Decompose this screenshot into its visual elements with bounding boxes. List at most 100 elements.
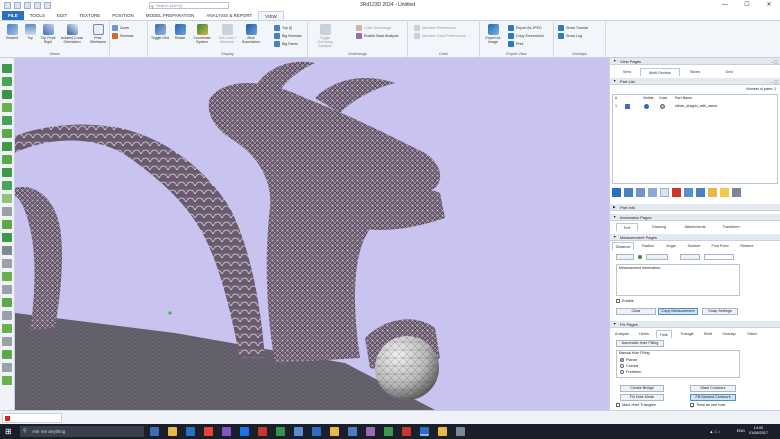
- measure-mode-dropdown[interactable]: [616, 254, 634, 260]
- edge-browser-icon[interactable]: [186, 427, 195, 436]
- chrome-icon[interactable]: [204, 427, 213, 436]
- measure-unit-dropdown[interactable]: [646, 254, 668, 260]
- tab-overlap[interactable]: Overlap: [718, 330, 740, 338]
- brush-tool-icon[interactable]: [2, 77, 12, 86]
- toggle-grid-button[interactable]: Toggle Grid: [150, 24, 170, 40]
- tab-multi-section[interactable]: Multi-Section: [640, 68, 680, 76]
- taskbar-search-input[interactable]: ⚲ Ask me anything: [20, 426, 144, 437]
- tab-texture[interactable]: TEXTURE: [73, 11, 106, 20]
- tab-radius[interactable]: Radius: [638, 242, 658, 250]
- rotate-button[interactable]: Rotate: [170, 24, 190, 40]
- sub-zone-measure-button[interactable]: Sub Zone / Measure: [216, 24, 238, 44]
- copy-measurement-button[interactable]: Copy Measurement: [658, 308, 698, 315]
- part-copy-icon[interactable]: [660, 188, 669, 197]
- file-explorer-icon[interactable]: [168, 427, 177, 436]
- fill-hole-mode-button[interactable]: Fill Hole Mode: [620, 394, 664, 401]
- machine-preferences-button[interactable]: Machine Preferences: [414, 25, 456, 31]
- mark-contours-button[interactable]: Mark Contours: [690, 385, 736, 392]
- tab-edit[interactable]: EDIT: [51, 11, 73, 20]
- tab-attachments[interactable]: Attachments: [678, 223, 712, 231]
- unhide-icon[interactable]: [2, 220, 12, 229]
- visible-eye-icon[interactable]: [644, 104, 649, 109]
- print-button[interactable]: Print: [508, 41, 523, 47]
- automatic-hole-filling-button[interactable]: Automatic Hole Filling: [616, 340, 664, 347]
- app-icon-8[interactable]: [348, 427, 357, 436]
- part-color-swatch[interactable]: [660, 104, 665, 109]
- table-row[interactable]: 1 stlmin_dragon_with_stand: [613, 103, 777, 110]
- snap-settings-button[interactable]: Snap Settings: [702, 308, 738, 315]
- delete-part-icon[interactable]: [672, 188, 681, 197]
- invert-selection-icon[interactable]: [2, 116, 12, 125]
- shell-icon[interactable]: [2, 337, 12, 346]
- language-indicator[interactable]: ENG: [737, 429, 745, 433]
- minimize-button[interactable]: —: [714, 0, 736, 11]
- tab-find-point[interactable]: Find Point: [708, 242, 732, 250]
- app-icon-3[interactable]: [258, 427, 267, 436]
- treat-as-one-hole-checkbox[interactable]: ✓ Treat as one hole: [690, 403, 725, 407]
- enable-back-analysis-button[interactable]: Enable Back Analysis: [356, 33, 398, 39]
- tab-transform[interactable]: Transform: [716, 223, 746, 231]
- status-indicator[interactable]: [2, 413, 62, 423]
- hollow-icon[interactable]: [2, 311, 12, 320]
- maximize-button[interactable]: ☐: [736, 0, 758, 11]
- big-normals-button[interactable]: Big Normals: [274, 33, 302, 39]
- lasso-tool-icon[interactable]: [2, 90, 12, 99]
- part-wireframe-icon[interactable]: [624, 188, 633, 197]
- part-points-icon[interactable]: [648, 188, 657, 197]
- ribbon-search-input[interactable]: ⚲ Search (Alt+Q): [149, 2, 229, 9]
- machine-color-preferences-button[interactable]: Machine Color Preferences: [414, 33, 466, 39]
- plane-cut-icon[interactable]: [2, 246, 12, 255]
- part-merge-icon[interactable]: [684, 188, 693, 197]
- tab-restore[interactable]: Restore: [736, 242, 758, 250]
- deselect-icon[interactable]: [2, 194, 12, 203]
- part-settings-icon[interactable]: [732, 188, 741, 197]
- task-view-icon[interactable]: [150, 427, 159, 436]
- offset-icon[interactable]: [2, 298, 12, 307]
- select-surface-icon[interactable]: [2, 181, 12, 190]
- clear-button[interactable]: Clear: [616, 308, 656, 315]
- free-wireframe-button[interactable]: Free Wireframe: [88, 24, 108, 44]
- redo-icon[interactable]: [44, 2, 51, 9]
- part-shaded-icon[interactable]: [636, 188, 645, 197]
- select-shell-icon[interactable]: [2, 155, 12, 164]
- slice-boundaries-button[interactable]: Slice Boundaries: [240, 24, 262, 44]
- select-plane-icon[interactable]: [2, 168, 12, 177]
- hide-icon[interactable]: [2, 207, 12, 216]
- label-icon[interactable]: [2, 324, 12, 333]
- enable-checkbox[interactable]: Enable: [616, 299, 634, 303]
- tab-model-preparation[interactable]: MODEL PREPARATION: [140, 11, 201, 20]
- expand-selection-icon[interactable]: [2, 129, 12, 138]
- freeform-radio[interactable]: Freeform: [620, 370, 641, 374]
- app-icon-9[interactable]: [366, 427, 375, 436]
- tab-distance[interactable]: Distance: [612, 242, 634, 250]
- part-tag-icon[interactable]: [720, 188, 729, 197]
- app-icon-4[interactable]: [276, 427, 285, 436]
- tab-slices[interactable]: Slices: [684, 68, 706, 76]
- measure-value-field[interactable]: [704, 254, 734, 260]
- close-button[interactable]: ✕: [758, 0, 780, 11]
- coordinate-system-button[interactable]: Coordinate System: [190, 24, 214, 44]
- undo-icon[interactable]: [34, 2, 41, 9]
- tab-analysis-report[interactable]: ANALYSIS & REPORT: [200, 11, 258, 20]
- show-log-button[interactable]: Show Log: [558, 33, 582, 39]
- measurement-pages-header[interactable]: ▼ Measurement Pages: [610, 234, 780, 241]
- tab-hole[interactable]: Hole: [656, 330, 672, 338]
- create-bridge-button[interactable]: Create Bridge: [620, 385, 664, 392]
- measure-type-dropdown[interactable]: [680, 254, 700, 260]
- tab-text[interactable]: Text: [616, 223, 638, 231]
- smooth-icon[interactable]: [2, 272, 12, 281]
- tab-holes[interactable]: Holes: [634, 330, 654, 338]
- big-faces-button[interactable]: Big Faces: [274, 41, 298, 47]
- part-split-icon[interactable]: [696, 188, 705, 197]
- top-t-button[interactable]: Top (t): [274, 25, 292, 31]
- tab-analysis[interactable]: Analysis: [612, 330, 632, 338]
- tab-grid[interactable]: Grid: [718, 68, 740, 76]
- app-icon-7[interactable]: [330, 427, 339, 436]
- part-list-table[interactable]: # Visible Color Part Name 1 stlmin_drago…: [612, 94, 778, 184]
- select-all-icon[interactable]: [2, 103, 12, 112]
- measure-tool-icon[interactable]: [2, 259, 12, 268]
- shrink-selection-icon[interactable]: [2, 142, 12, 151]
- planar-radio[interactable]: Planar: [620, 358, 637, 362]
- isolated-cross-orientation-button[interactable]: Isolated Cross Orientation: [60, 24, 84, 44]
- part-list-header[interactable]: ▼ Part List – ▢: [610, 78, 780, 85]
